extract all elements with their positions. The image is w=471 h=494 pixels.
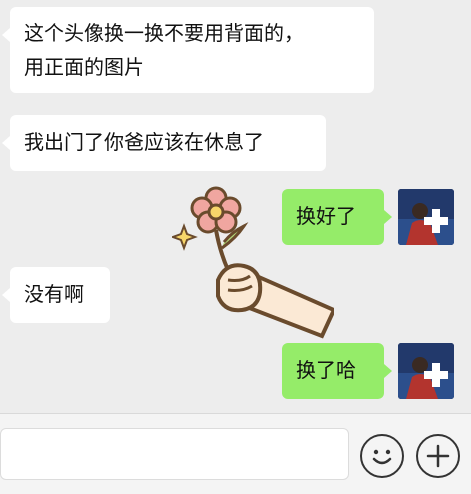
emoji-button[interactable] [360,434,404,478]
avatar[interactable] [398,343,454,399]
message-4-text: 没有啊 [24,282,84,306]
message-1-line-1: 这个头像换一换不要用背面的， [24,21,304,45]
message-bubble-4[interactable]: 没有啊 [10,267,110,323]
bubble-tail [2,288,10,302]
message-bubble-1[interactable]: 这个头像换一换不要用背面的， 用正面的图片 [10,7,374,93]
bubble-tail [2,136,10,150]
bubble-tail [384,210,392,224]
avatar-image [398,189,454,245]
message-1-line-2: 用正面的图片 [24,55,144,79]
add-button[interactable] [416,434,460,478]
plus-icon [426,444,450,468]
avatar[interactable] [398,189,454,245]
smiley-icon [372,449,392,465]
message-2-text: 我出门了你爸应该在休息了 [24,130,264,154]
message-input[interactable] [0,428,349,480]
bubble-tail [384,364,392,378]
message-5-text: 换了哈 [296,358,356,382]
chat-input-bar [0,413,471,494]
message-bubble-2[interactable]: 我出门了你爸应该在休息了 [10,115,326,171]
flower-hand-sticker [172,186,334,339]
bubble-tail [2,28,10,42]
avatar-image [398,343,454,399]
message-bubble-5[interactable]: 换了哈 [282,343,384,399]
